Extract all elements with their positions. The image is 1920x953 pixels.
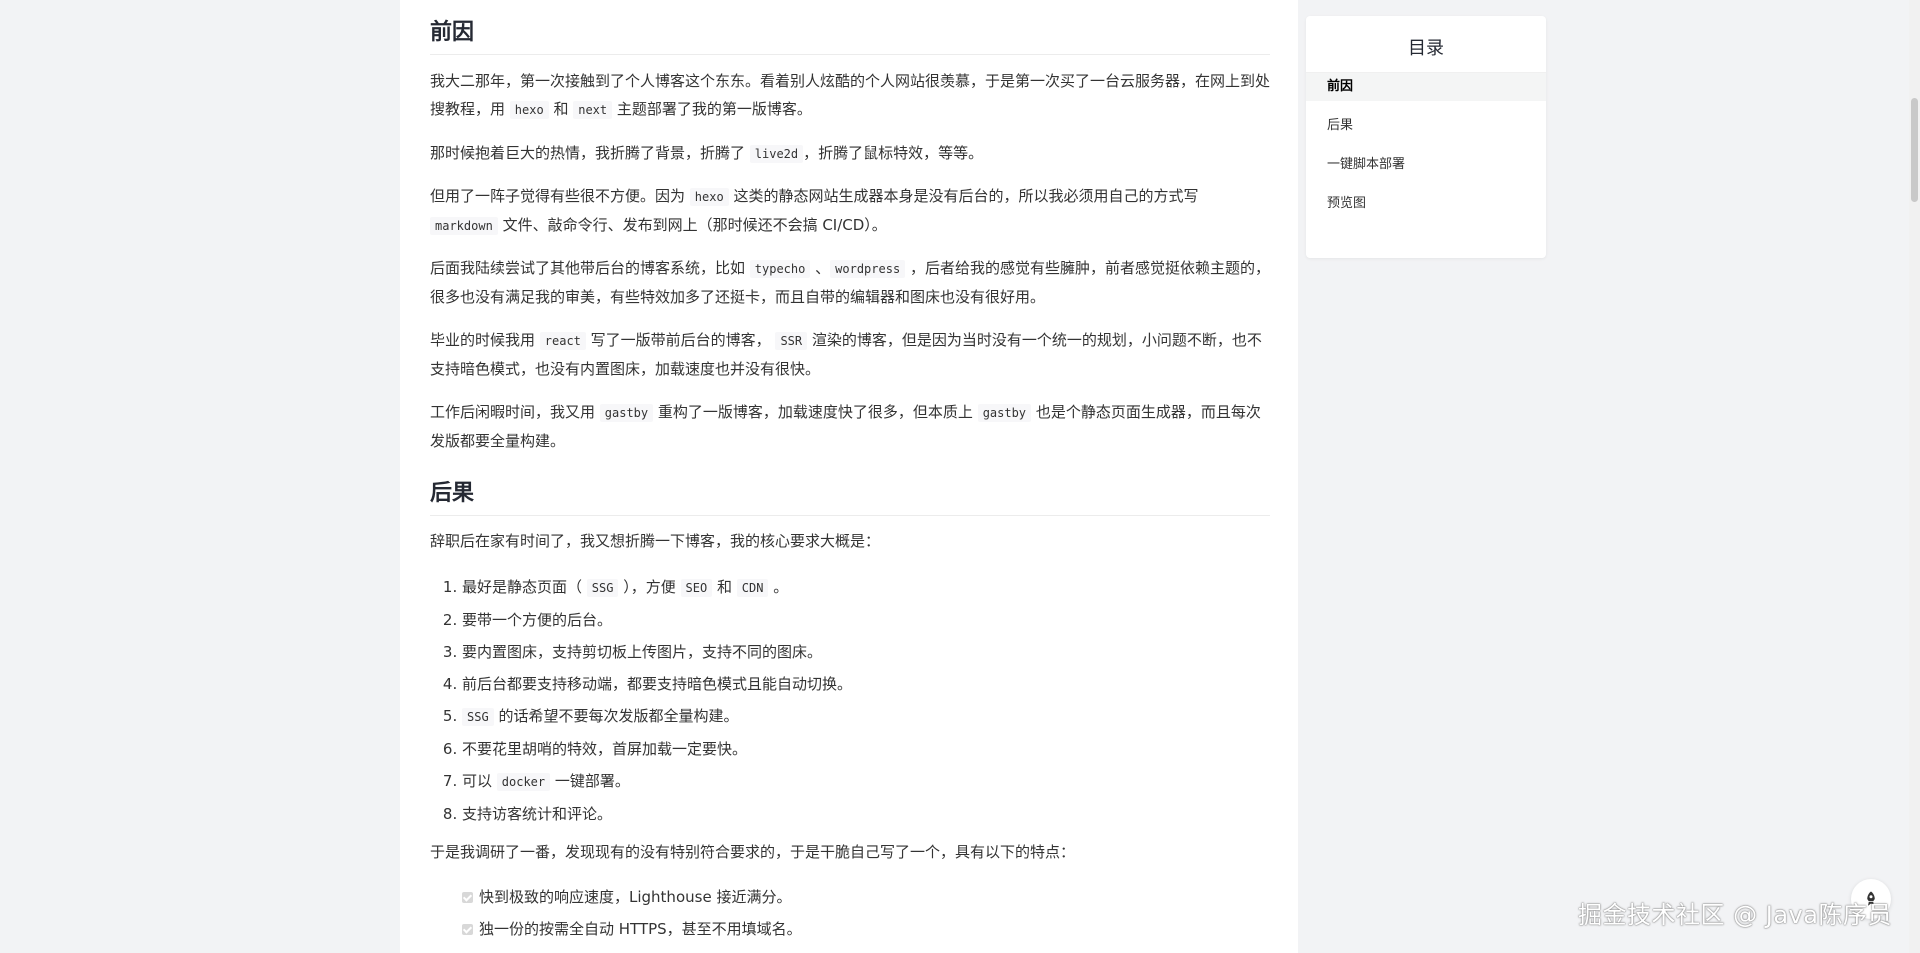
list-item: 独一份的按需全自动 HTTPS，甚至不用填域名。 [462,913,802,945]
text-span: 独一份的按需全自动 HTTPS，甚至不用填域名。 [479,920,802,938]
inline-code: SSG [462,708,494,726]
text-span: 文件、敲命令行、发布到网上（那时候还不会搞 CI/CD）。 [497,216,887,234]
text-span: 可以 [462,772,497,790]
text-span: 和 [548,100,574,118]
inline-code: SEO [680,579,713,597]
list-item: 完全的前后台移动端适配。 [462,945,802,953]
text-span: 毕业的时候我用 [430,331,540,349]
toc-item-result[interactable]: 后果 [1306,112,1546,140]
text-span: 工作后闲暇时间，我又用 [430,403,600,421]
paragraph-7: 辞职后在家有时间了，我又想折腾一下博客，我的核心要求大概是： [430,532,881,550]
toc-item-deploy[interactable]: 一键脚本部署 [1306,151,1546,179]
code-typecho: typecho [749,260,811,278]
text-span: 最好是静态页面（ [462,578,587,596]
text-span: 一键部署。 [550,772,630,790]
text-span: 快到极致的响应速度，Lighthouse 接近满分。 [479,888,792,906]
features-list: 快到极致的响应速度，Lighthouse 接近满分。 独一份的按需全自动 HTT… [462,881,802,953]
code-gastby: gastby [599,404,654,422]
code-live2d: live2d [749,145,804,163]
list-item: 快到极致的响应速度，Lighthouse 接近满分。 [462,881,802,913]
paragraph-5: 毕业的时候我用 react 写了一版带前后台的博客， SSR 渲染的博客，但是因… [430,326,1270,383]
text-span: 后面我陆续尝试了其他带后台的博客系统，比如 [430,259,750,277]
list-item: SSG 的话希望不要每次发版都全量构建。 [462,700,852,733]
text-span: 、 [810,259,831,277]
text-span: ），方便 [618,578,681,596]
list-item: 不要花里胡哨的特效，首屏加载一定要快。 [462,733,852,765]
scrollbar-thumb[interactable] [1911,98,1918,202]
code-ssr: SSR [775,332,808,350]
code-markdown: markdown [430,217,498,235]
text-span: 要带一个方便的后台。 [462,611,613,629]
checkbox-checked-icon [462,923,473,935]
text-span: 的话希望不要每次发版都全量构建。 [493,707,739,725]
checkbox-checked-icon [462,891,473,903]
watermark: 掘金技术社区 @ Java陈序员 [1578,901,1892,929]
text-span: 支持访客统计和评论。 [462,805,613,823]
paragraph-6: 工作后闲暇时间，我又用 gastby 重构了一版博客，加载速度快了很多，但本质上… [430,398,1270,455]
text-span: 写了一版带前后台的博客， [585,331,776,349]
text-span: 但用了一阵子觉得有些很不方便。因为 [430,187,690,205]
heading-intro: 前因 [430,14,1270,55]
inline-code: docker [496,773,551,791]
toc-title: 目录 [1306,34,1546,73]
text-span: 。 [768,578,789,596]
requirements-list: 最好是静态页面（ SSG ），方便 SEO 和 CDN 。 要带一个方便的后台。… [430,571,852,830]
paragraph-1: 我大二那年，第一次接触到了个人博客这个东东。看着别人炫酷的个人网站很羡慕，于是第… [430,67,1270,124]
toc-item-intro[interactable]: 前因 [1306,73,1546,101]
list-item: 支持访客统计和评论。 [462,798,852,830]
text-span: 和 [712,578,737,596]
scrollbar[interactable] [1909,0,1920,953]
text-span: 那时候抱着巨大的热情，我折腾了背景，折腾了 [430,144,750,162]
code-gastby: gastby [977,404,1032,422]
list-item: 前后台都要支持移动端，都要支持暗色模式且能自动切换。 [462,668,852,700]
text-span: 要内置图床，支持剪切板上传图片，支持不同的图床。 [462,643,823,661]
inline-code: SSG [586,579,619,597]
text-span: 重构了一版博客，加载速度快了很多，但本质上 [653,403,978,421]
text-span: 前后台都要支持移动端，都要支持暗色模式且能自动切换。 [462,675,853,693]
list-item: 最好是静态页面（ SSG ），方便 SEO 和 CDN 。 [462,571,852,604]
article-content: 前因 我大二那年，第一次接触到了个人博客这个东东。看着别人炫酷的个人网站很羡慕，… [400,0,1298,953]
toc-item-preview[interactable]: 预览图 [1306,190,1546,218]
text-span: 这类的静态网站生成器本身是没有后台的，所以我必须用自己的方式写 [728,187,1199,205]
list-item: 可以 docker 一键部署。 [462,765,852,798]
code-next: next [573,101,613,119]
inline-code: CDN [736,579,769,597]
code-hexo: hexo [509,101,549,119]
list-item: 要带一个方便的后台。 [462,604,852,636]
code-react: react [539,332,586,350]
list-item: 要内置图床，支持剪切板上传图片，支持不同的图床。 [462,636,852,668]
text-span: 主题部署了我的第一版博客。 [612,100,812,118]
text-span: 不要花里胡哨的特效，首屏加载一定要快。 [462,740,748,758]
text-span: 完全的前后台移动端适配。 [479,945,659,953]
paragraph-3: 但用了一阵子觉得有些很不方便。因为 hexo 这类的静态网站生成器本身是没有后台… [430,182,1270,240]
code-hexo: hexo [689,188,729,206]
paragraph-2: 那时候抱着巨大的热情，我折腾了背景，折腾了 live2d ，折腾了鼠标特效，等等。 [430,139,1270,168]
code-wordpress: wordpress [830,260,906,278]
table-of-contents: 目录 前因 后果 一键脚本部署 预览图 [1306,16,1546,258]
text-span: ，折腾了鼠标特效，等等。 [803,144,984,162]
paragraph-8: 于是我调研了一番，发现现有的没有特别符合要求的，于是干脆自己写了一个，具有以下的… [430,843,1076,861]
heading-result: 后果 [430,475,1270,516]
paragraph-4: 后面我陆续尝试了其他带后台的博客系统，比如 typecho 、 wordpress… [430,254,1270,311]
